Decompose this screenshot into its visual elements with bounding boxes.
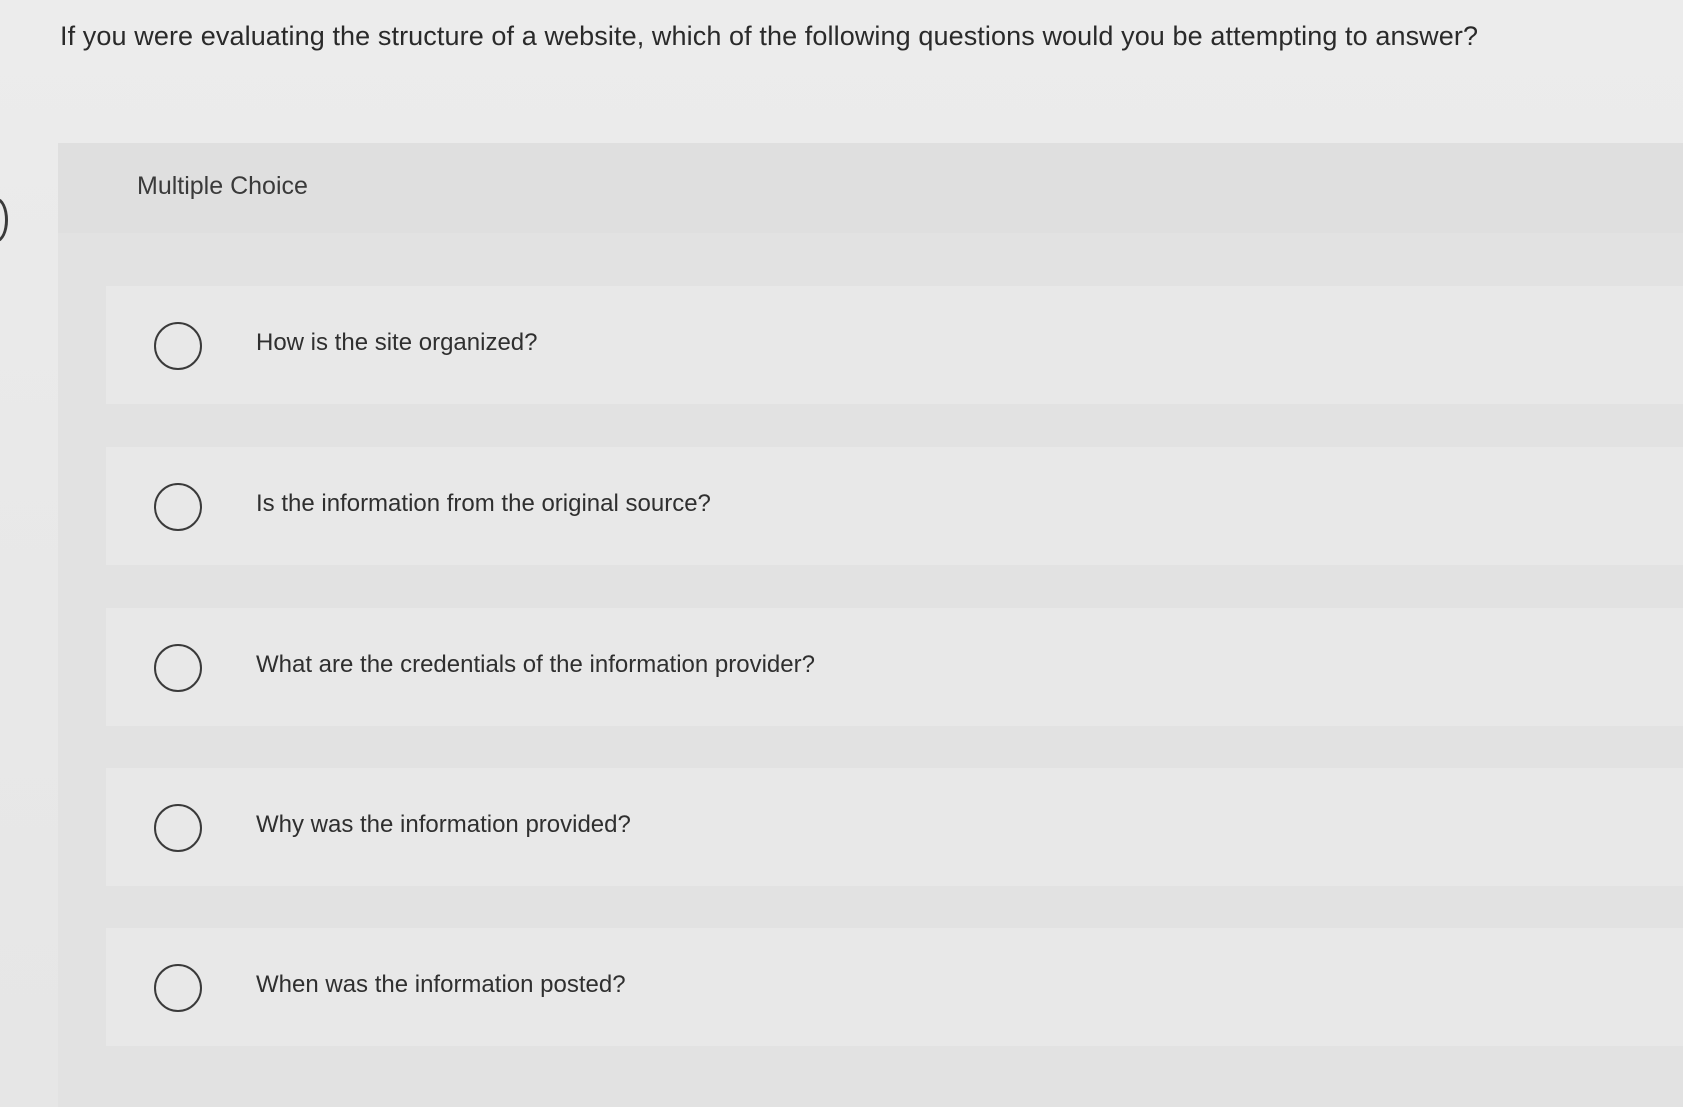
answer-option-label: What are the credentials of the informat… [256, 651, 815, 678]
radio-unchecked-icon[interactable] [154, 322, 202, 370]
radio-unchecked-icon[interactable] [154, 644, 202, 692]
answer-option-5[interactable]: When was the information posted? [106, 928, 1683, 1046]
answer-option-3[interactable]: What are the credentials of the informat… [106, 608, 1683, 726]
answer-option-1[interactable]: How is the site organized? [106, 286, 1683, 404]
radio-unchecked-icon[interactable] [154, 483, 202, 531]
page: If you were evaluating the structure of … [0, 0, 1683, 1107]
multiple-choice-label: Multiple Choice [137, 172, 308, 200]
question-prompt: If you were evaluating the structure of … [60, 21, 1479, 51]
answer-option-label: How is the site organized? [256, 329, 538, 356]
answer-option-label: Is the information from the original sou… [256, 490, 711, 517]
answer-option-4[interactable]: Why was the information provided? [106, 768, 1683, 886]
radio-unchecked-icon[interactable] [154, 804, 202, 852]
answer-option-2[interactable]: Is the information from the original sou… [106, 447, 1683, 565]
radio-unchecked-icon[interactable] [154, 964, 202, 1012]
side-tab-handle[interactable] [0, 198, 8, 242]
answer-option-label: When was the information posted? [256, 971, 626, 998]
multiple-choice-header: Multiple Choice [58, 143, 1683, 233]
answer-option-label: Why was the information provided? [256, 811, 631, 838]
multiple-choice-panel: Multiple Choice How is the site organize… [58, 143, 1683, 1107]
